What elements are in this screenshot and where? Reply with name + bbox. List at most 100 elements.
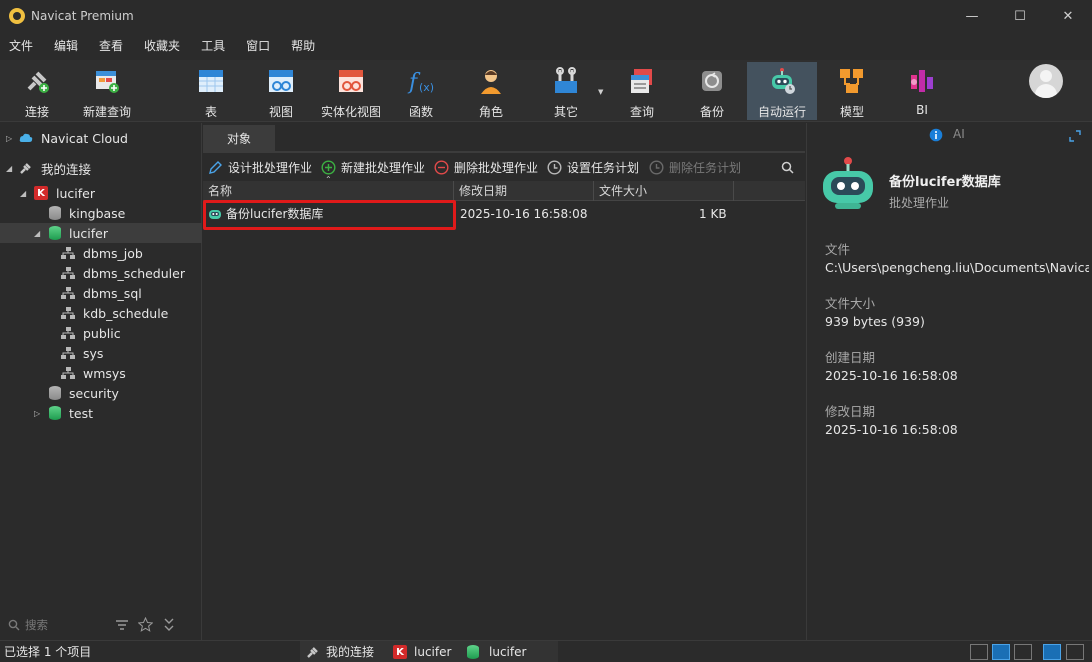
sidebar-toggle-icon[interactable]	[1043, 644, 1061, 660]
tree-item-schema-wmsys[interactable]: wmsys	[0, 363, 202, 383]
tree-item-schema-dbms-sql[interactable]: dbms_sql	[0, 283, 202, 303]
new-query-button[interactable]: 新建查询	[78, 62, 136, 120]
grid-view-icon[interactable]	[970, 644, 988, 660]
menu-favorites[interactable]: 收藏夹	[135, 37, 192, 54]
maximize-icon: ☐	[1014, 8, 1026, 24]
materialized-view-button[interactable]: 实体化视图	[316, 62, 386, 120]
menu-window[interactable]: 窗口	[237, 37, 282, 54]
plug-icon	[20, 163, 31, 174]
tree-item-db-lucifer[interactable]: ◢ lucifer	[0, 223, 202, 243]
ai-tab[interactable]: AI	[953, 127, 965, 141]
view-button[interactable]: 视图	[258, 62, 304, 120]
table-button[interactable]: 表	[188, 62, 234, 120]
schema-icon	[61, 327, 75, 339]
main-toolbar: 连接 新建查询 表 视图 实体化视图 f (x) 函数 角色 其它 ▼ 查询 备份…	[0, 60, 1092, 122]
status-connection-group: 我的连接	[326, 645, 375, 659]
schema-icon	[61, 287, 75, 299]
file-value: C:\Users\pengcheng.liu\Documents\Navicat…	[825, 260, 1089, 275]
automation-icon	[772, 68, 795, 94]
database-open-icon	[49, 226, 61, 240]
delete-schedule-button[interactable]: 删除任务计划	[649, 159, 741, 176]
cloud-icon	[19, 133, 33, 142]
remove-icon	[434, 159, 449, 175]
info-subtitle: 批处理作业	[889, 196, 950, 210]
tree-item-schema-public[interactable]: public	[0, 323, 202, 343]
tree-item-schema-sys[interactable]: sys	[0, 343, 202, 363]
column-header-modified[interactable]: 修改日期	[454, 181, 594, 201]
other-dropdown-icon[interactable]: ▼	[598, 88, 603, 96]
detail-view-icon[interactable]	[1014, 644, 1032, 660]
delete-batch-job-button[interactable]: 删除批处理作业	[434, 159, 538, 176]
minimize-button[interactable]: —	[948, 0, 996, 32]
table-icon	[199, 70, 223, 92]
status-bar: 已选择 1 个项目 我的连接 K lucifer lucifer	[0, 640, 1092, 662]
design-batch-job-label: 设计批处理作业	[228, 160, 313, 175]
row-modified: 2025-10-16 16:58:08	[460, 207, 588, 221]
caret-right-icon[interactable]: ▷	[34, 409, 40, 418]
selection-count: 已选择 1 个项目	[4, 645, 92, 659]
kingbase-connection-icon: K	[393, 645, 407, 659]
view-icon	[269, 70, 293, 92]
menu-help[interactable]: 帮助	[282, 37, 327, 54]
caret-down-icon[interactable]: ◢	[34, 229, 40, 238]
connect-button[interactable]: 连接	[14, 62, 60, 120]
column-header-name[interactable]: 名称	[203, 181, 454, 201]
tab-objects[interactable]: 对象	[203, 125, 275, 151]
design-batch-job-button[interactable]: 设计批处理作业	[208, 159, 312, 176]
tree-item-schema-dbms-scheduler[interactable]: dbms_scheduler	[0, 263, 202, 283]
maximize-button[interactable]: ☐	[996, 0, 1044, 32]
window-title: Navicat Premium	[31, 9, 134, 23]
caret-down-icon[interactable]: ◢	[20, 189, 26, 198]
role-button[interactable]: 角色	[468, 62, 514, 120]
function-button[interactable]: f (x) 函数	[398, 62, 444, 120]
collapse-icon[interactable]	[162, 617, 176, 632]
sort-ascending-icon: ⌃	[325, 175, 332, 184]
tree-item-connection-lucifer[interactable]: ◢ K lucifer	[0, 183, 202, 203]
tree-item-schema-dbms-job[interactable]: dbms_job	[0, 243, 202, 263]
tree-item-navicat-cloud[interactable]: ▷ Navicat Cloud	[0, 128, 202, 148]
tree-item-db-security[interactable]: security	[0, 383, 202, 403]
automation-button[interactable]: 自动运行	[747, 62, 817, 120]
add-icon	[321, 159, 336, 175]
connect-icon	[27, 71, 49, 93]
menu-tools[interactable]: 工具	[192, 37, 237, 54]
expand-icon[interactable]	[1069, 130, 1081, 142]
menu-file[interactable]: 文件	[0, 37, 45, 54]
menu-edit[interactable]: 编辑	[45, 37, 90, 54]
column-header-size[interactable]: 文件大小	[594, 181, 734, 201]
info-panel: AI 备份lucifer数据库 批处理作业 文件 C:\Users\pengch…	[806, 123, 1092, 640]
set-schedule-label: 设置任务计划	[567, 160, 640, 175]
role-icon	[481, 70, 501, 94]
list-view-icon[interactable]	[992, 644, 1010, 660]
bi-button[interactable]: BI	[899, 62, 945, 120]
schema-icon	[61, 307, 75, 319]
plug-icon	[307, 647, 318, 658]
backup-button[interactable]: 备份	[689, 62, 735, 120]
info-icon[interactable]	[929, 128, 943, 142]
other-button[interactable]: 其它	[543, 62, 589, 120]
query-button[interactable]: 查询	[619, 62, 665, 120]
filter-icon[interactable]	[115, 619, 129, 631]
info-pane-toggle-icon[interactable]	[1066, 644, 1084, 660]
close-button[interactable]: ✕	[1044, 0, 1092, 32]
tree-item-db-kingbase[interactable]: kingbase	[0, 203, 202, 223]
materialized-view-icon	[339, 70, 363, 92]
size-label: 文件大小	[825, 296, 876, 311]
caret-right-icon[interactable]: ▷	[6, 134, 12, 143]
caret-down-icon[interactable]: ◢	[6, 164, 12, 173]
user-avatar[interactable]	[1029, 64, 1063, 98]
search-input[interactable]: 搜索	[25, 617, 48, 633]
tree-item-db-test[interactable]: ▷ test	[0, 403, 202, 423]
info-title: 备份lucifer数据库	[889, 175, 1001, 190]
search-icon[interactable]	[781, 161, 794, 174]
new-batch-job-button[interactable]: 新建批处理作业	[321, 159, 425, 176]
backup-icon	[702, 71, 722, 91]
model-button[interactable]: 模型	[829, 62, 875, 120]
tree-search-bar[interactable]: 搜索	[0, 611, 202, 639]
tree-item-my-connections[interactable]: ◢ 我的连接	[0, 158, 202, 178]
tree-item-schema-kdb-schedule[interactable]: kdb_schedule	[0, 303, 202, 323]
menu-view[interactable]: 查看	[90, 37, 135, 54]
set-schedule-button[interactable]: 设置任务计划	[547, 159, 639, 176]
svg-text:(x): (x)	[419, 81, 434, 94]
star-icon[interactable]	[138, 617, 153, 632]
